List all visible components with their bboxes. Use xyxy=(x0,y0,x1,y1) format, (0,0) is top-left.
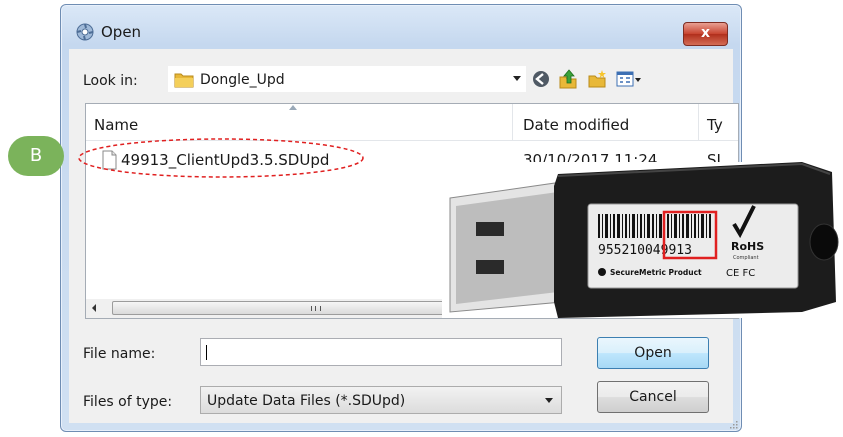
resize-grip-icon[interactable] xyxy=(728,419,738,429)
rohs-mark: RoHS xyxy=(731,240,764,253)
column-divider[interactable] xyxy=(698,104,699,140)
file-name-input[interactable] xyxy=(200,338,562,366)
chevron-down-icon xyxy=(545,398,553,403)
column-header-date-modified[interactable]: Date modified xyxy=(523,116,629,134)
column-header-type[interactable]: Ty xyxy=(707,116,723,134)
look-in-label: Look in: xyxy=(83,73,138,89)
files-of-type-dropdown[interactable]: Update Data Files (*.SDUpd) xyxy=(200,386,562,414)
barcode-digits: 955210049913 xyxy=(598,243,692,258)
view-menu-icon[interactable] xyxy=(616,69,642,89)
look-in-dropdown[interactable]: Dongle_Upd xyxy=(167,65,527,93)
sort-ascending-icon xyxy=(289,105,297,110)
files-of-type-value: Update Data Files (*.SDUpd) xyxy=(207,393,406,409)
open-button[interactable]: Open xyxy=(597,337,709,369)
up-folder-icon[interactable] xyxy=(558,69,578,89)
files-of-type-label: Files of type: xyxy=(83,394,173,410)
new-folder-icon[interactable] xyxy=(587,69,607,89)
file-name-label: File name: xyxy=(83,346,156,362)
annotation-badge: B xyxy=(8,136,64,176)
column-divider[interactable] xyxy=(512,104,513,140)
scroll-left-icon[interactable] xyxy=(92,304,96,312)
window-title: Open xyxy=(101,23,142,41)
open-dialog-icon xyxy=(76,23,94,41)
title-bar: Open x xyxy=(61,5,741,49)
back-icon[interactable] xyxy=(531,69,551,89)
cert-marks: CE FC xyxy=(726,268,755,279)
rohs-sub: Compliant xyxy=(733,255,759,261)
close-button[interactable]: x xyxy=(683,22,728,46)
cancel-button[interactable]: Cancel xyxy=(597,381,709,413)
folder-icon xyxy=(174,73,194,88)
close-icon: x xyxy=(700,25,711,41)
brand-text: SecureMetric Product xyxy=(610,268,702,277)
usb-dongle-photo: 955210049913 RoHS Compliant SecureMetric… xyxy=(442,162,840,318)
grip-icon xyxy=(311,306,321,311)
column-header-name[interactable]: Name xyxy=(94,116,138,134)
chevron-down-icon xyxy=(513,76,521,81)
look-in-value: Dongle_Upd xyxy=(200,72,285,88)
annotation-highlight-ellipse xyxy=(78,138,364,178)
text-caret xyxy=(206,345,207,360)
